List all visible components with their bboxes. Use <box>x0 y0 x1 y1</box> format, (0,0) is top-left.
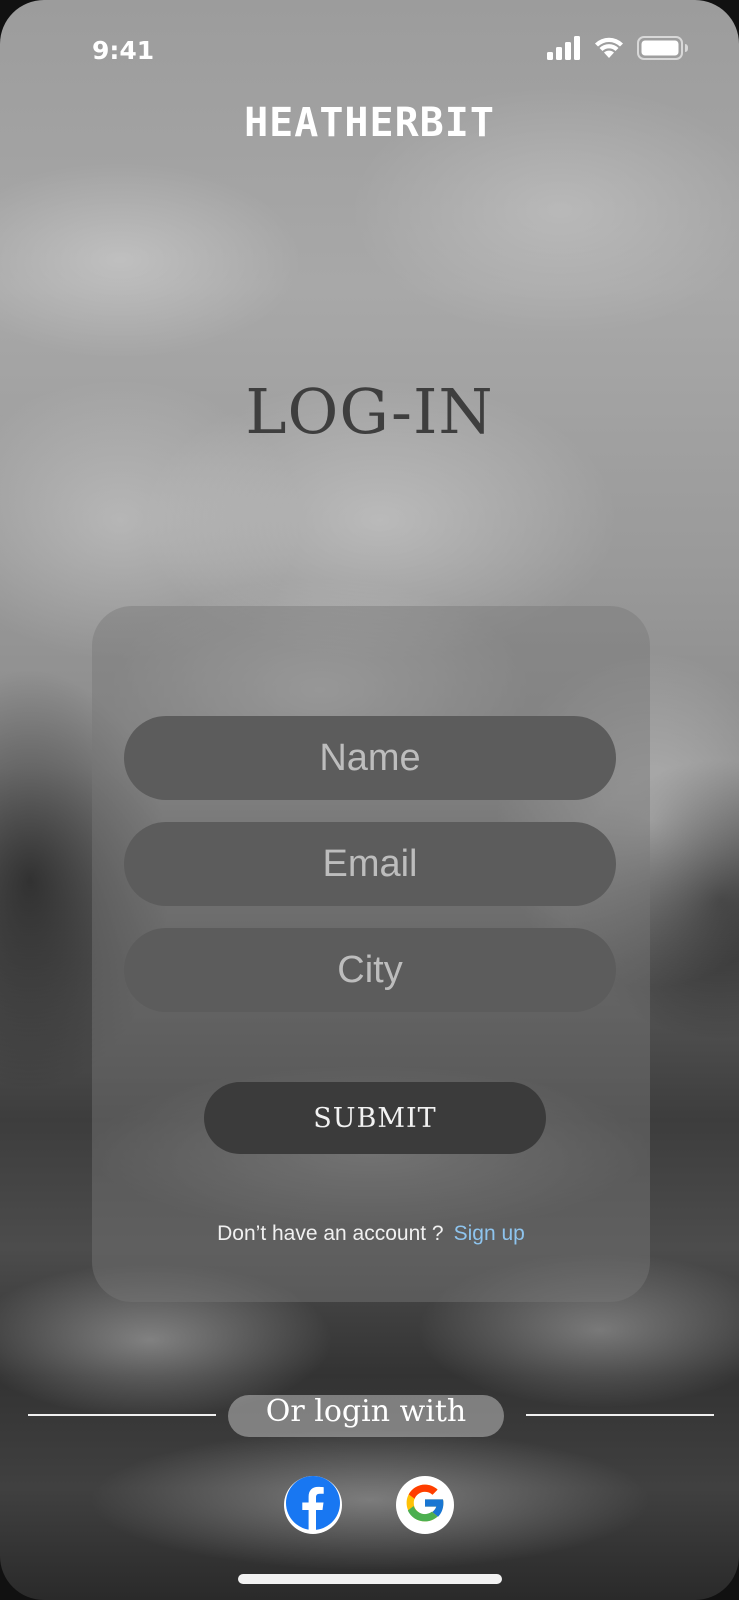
google-login-button[interactable] <box>396 1476 454 1534</box>
status-time: 9:41 <box>92 36 155 65</box>
city-field[interactable] <box>124 928 616 1012</box>
status-bar: 9:41 <box>0 0 739 96</box>
no-account-text: Don’t have an account ? <box>217 1222 444 1245</box>
battery-icon <box>637 36 689 65</box>
cellular-signal-icon <box>547 36 581 65</box>
email-field[interactable] <box>124 822 616 906</box>
google-icon <box>401 1479 449 1532</box>
home-indicator[interactable] <box>238 1574 502 1584</box>
brand-name: HEATHERBIT <box>244 100 495 146</box>
facebook-icon <box>285 1475 341 1536</box>
facebook-login-button[interactable] <box>284 1475 342 1536</box>
submit-button[interactable]: SUBMIT <box>204 1082 546 1154</box>
signup-prompt: Don’t have an account ? Sign up <box>92 1222 650 1246</box>
divider-right <box>526 1414 714 1416</box>
or-login-with-label: Or login with <box>265 1394 467 1429</box>
signup-link[interactable]: Sign up <box>454 1222 525 1245</box>
divider-left <box>28 1414 216 1416</box>
status-icons <box>547 36 689 65</box>
name-field[interactable] <box>124 716 616 800</box>
page-title: LOG-IN <box>245 375 494 448</box>
wifi-icon <box>593 36 625 65</box>
login-screen: 9:41 HEATHERBIT LOG-IN Name Email City S… <box>0 0 739 1600</box>
